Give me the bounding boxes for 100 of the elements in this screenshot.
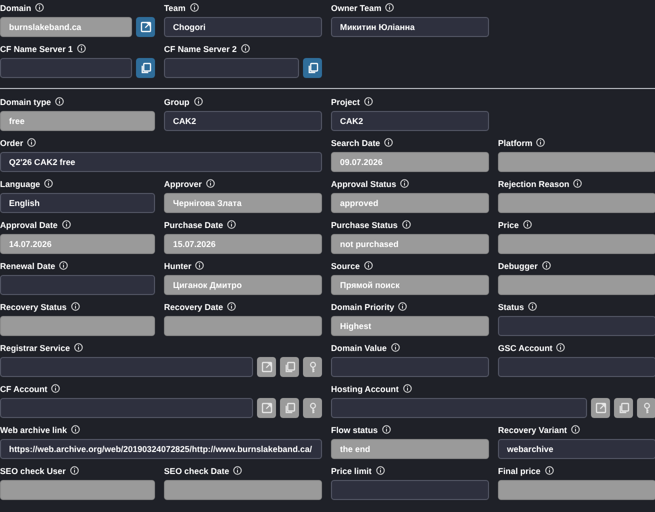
info-icon[interactable] [240, 44, 250, 53]
info-icon[interactable] [556, 343, 566, 352]
external-link-icon [140, 21, 152, 33]
info-icon[interactable] [402, 220, 411, 229]
field-label: Hunter [164, 260, 192, 270]
field-label: GSC Account [498, 342, 552, 352]
input-field[interactable]: https://web.archive.org/web/20190324072825/http://www.burnslakeband.ca/ [0, 439, 322, 459]
field-label: Debugger [498, 260, 538, 270]
info-icon[interactable] [70, 302, 80, 311]
info-icon[interactable] [522, 220, 532, 229]
input-field[interactable] [498, 357, 655, 377]
info-icon[interactable] [573, 179, 582, 188]
field-label: Flow status [331, 424, 378, 434]
input-field[interactable] [331, 480, 489, 500]
info-icon[interactable] [400, 179, 410, 188]
input-field[interactable]: Микитин Юліанна [331, 17, 489, 37]
field-label: Owner Team [331, 2, 382, 12]
field-label: Web archive link [0, 424, 67, 434]
info-icon[interactable] [227, 302, 236, 311]
info-icon[interactable] [55, 97, 64, 106]
field-label: Domain type [0, 96, 52, 106]
info-icon[interactable] [536, 138, 546, 147]
info-icon[interactable] [70, 466, 79, 475]
info-icon[interactable] [27, 138, 36, 147]
info-icon[interactable] [51, 384, 60, 393]
info-icon[interactable] [402, 384, 412, 393]
field-label: Source [331, 260, 360, 270]
external-link-icon [594, 402, 606, 414]
info-icon[interactable] [76, 44, 86, 53]
input-field[interactable]: English [0, 193, 155, 213]
info-icon[interactable] [206, 179, 215, 188]
input-field[interactable]: CAK2 [164, 111, 322, 131]
copy-icon [306, 62, 318, 74]
input-field[interactable] [0, 357, 253, 377]
info-icon[interactable] [195, 261, 204, 270]
info-icon[interactable] [364, 97, 373, 106]
field-label: Group [164, 96, 190, 106]
field-label: Approval Status [331, 178, 396, 188]
input-field[interactable] [164, 58, 299, 78]
info-icon[interactable] [74, 343, 83, 352]
copy-button[interactable] [303, 58, 322, 78]
info-icon[interactable] [233, 466, 242, 475]
copy-icon [618, 402, 630, 414]
input-field[interactable]: Chogori [164, 17, 322, 37]
copy-button[interactable] [136, 58, 155, 78]
info-icon[interactable] [382, 425, 391, 434]
info-icon[interactable] [227, 220, 236, 229]
field-label: Approval Date [0, 220, 58, 230]
copy-icon [140, 62, 152, 74]
field-label: Rejection Reason [498, 178, 570, 188]
info-icon[interactable] [70, 425, 80, 434]
info-icon[interactable] [194, 97, 202, 106]
field-label: Order [0, 138, 24, 148]
input-field[interactable]: Q2'26 CAK2 free [0, 152, 322, 172]
info-icon[interactable] [542, 261, 551, 270]
field-label: Registrar Service [0, 342, 70, 352]
field-label: Project [331, 96, 360, 106]
input-field[interactable] [0, 398, 253, 418]
info-icon[interactable] [528, 302, 537, 311]
field-label: Platform [498, 138, 532, 148]
input-field[interactable]: CAK2 [331, 111, 489, 131]
info-icon[interactable] [190, 3, 199, 12]
info-icon[interactable] [384, 138, 394, 147]
info-icon[interactable] [398, 302, 408, 311]
field-label: Final price [498, 466, 541, 476]
field-label: SEO check User [0, 466, 66, 476]
info-icon[interactable] [59, 261, 68, 270]
field-label: CF Name Server 1 [0, 44, 73, 54]
input-field[interactable] [0, 275, 155, 295]
input-field[interactable] [0, 58, 132, 78]
field-label: SEO check Date [164, 466, 230, 476]
field-label: Recovery Date [164, 302, 224, 312]
field-label: Price [498, 220, 519, 230]
field-label: Team [164, 2, 186, 12]
info-icon[interactable] [44, 179, 54, 188]
info-icon[interactable] [385, 3, 394, 12]
copy-icon [284, 402, 296, 414]
info-icon[interactable] [364, 261, 373, 270]
input-field[interactable] [331, 398, 587, 418]
field-label: Recovery Variant [498, 424, 567, 434]
input-field[interactable] [498, 316, 655, 336]
field-label: Language [0, 178, 40, 188]
field-label: CF Name Server 2 [164, 44, 237, 54]
info-icon[interactable] [390, 343, 400, 352]
input-field[interactable] [331, 357, 489, 377]
field-label: Status [498, 302, 524, 312]
field-label: Purchase Status [331, 220, 398, 230]
info-icon[interactable] [35, 3, 44, 12]
input-field[interactable]: webarchive [498, 439, 655, 459]
field-label: Domain Priority [331, 302, 394, 312]
field-label: Domain [0, 2, 32, 12]
external-link-icon [260, 402, 272, 414]
field-label: CF Account [0, 384, 48, 394]
info-icon[interactable] [570, 425, 580, 434]
info-icon[interactable] [376, 466, 385, 475]
field-label: Price limit [331, 466, 372, 476]
field-label: Approver [164, 178, 202, 188]
info-icon[interactable] [62, 220, 71, 229]
field-label: Purchase Date [164, 220, 224, 230]
info-icon[interactable] [544, 466, 554, 475]
